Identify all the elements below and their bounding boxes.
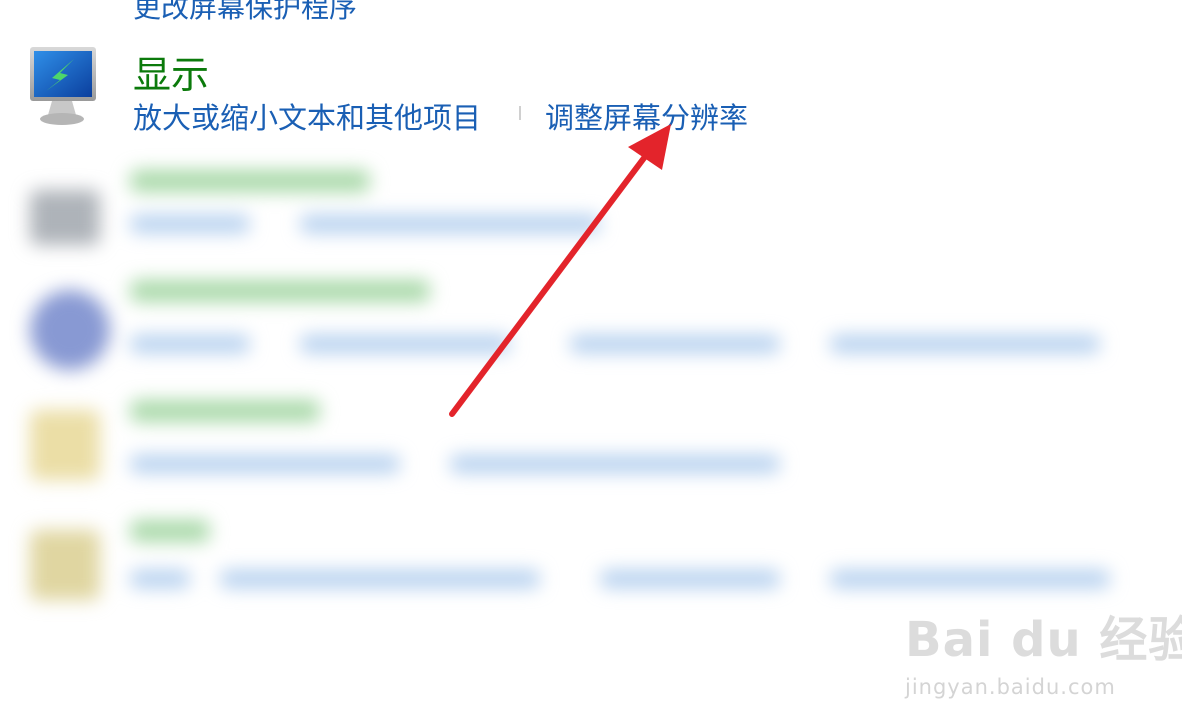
blurred-link bbox=[130, 455, 400, 473]
link-separator bbox=[519, 106, 521, 120]
blurred-title bbox=[130, 520, 210, 542]
screen-resolution-link[interactable]: 调整屏幕分辨率 bbox=[545, 95, 748, 137]
blurred-title bbox=[130, 400, 320, 422]
blurred-link bbox=[450, 455, 780, 473]
blurred-link bbox=[600, 570, 780, 588]
blurred-icon bbox=[30, 410, 100, 480]
change-screensaver-link[interactable]: 更改屏幕保护程序 bbox=[133, 0, 357, 26]
blurred-link bbox=[300, 335, 510, 353]
blurred-link bbox=[830, 570, 1110, 588]
blurred-link bbox=[130, 215, 250, 233]
blurred-icon bbox=[30, 530, 100, 600]
blurred-link bbox=[130, 335, 250, 353]
display-category-title[interactable]: 显示 bbox=[133, 44, 209, 99]
blurred-title bbox=[130, 280, 430, 302]
blurred-categories bbox=[20, 160, 1160, 640]
blurred-icon bbox=[30, 190, 100, 245]
blurred-link bbox=[570, 335, 780, 353]
watermark-url: jingyan.baidu.com bbox=[905, 675, 1116, 699]
resize-text-link[interactable]: 放大或缩小文本和其他项目 bbox=[133, 95, 481, 137]
baidu-jingyan-watermark: Bai du 经验 bbox=[905, 612, 1182, 668]
blurred-link bbox=[300, 215, 600, 233]
display-monitor-icon bbox=[30, 47, 96, 125]
blurred-link bbox=[220, 570, 540, 588]
blurred-icon bbox=[30, 290, 110, 370]
blurred-title bbox=[130, 170, 370, 192]
blurred-link bbox=[830, 335, 1100, 353]
blurred-link bbox=[130, 570, 190, 588]
